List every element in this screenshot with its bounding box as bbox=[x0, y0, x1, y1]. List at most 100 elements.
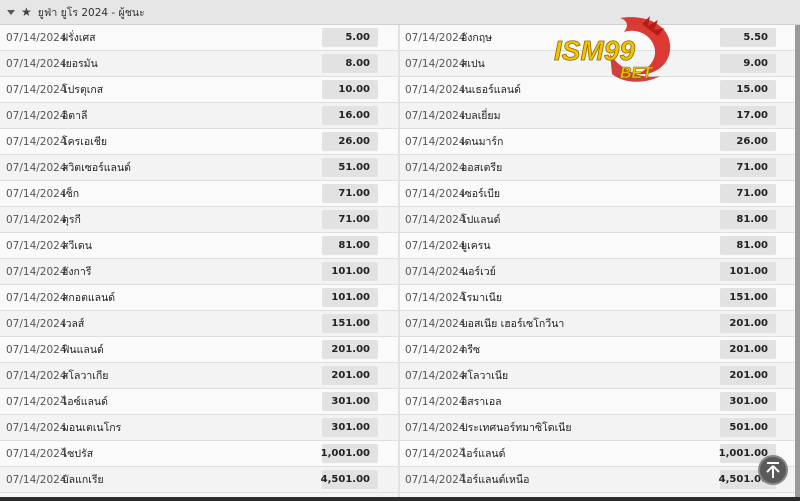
date-right: 07/14/2024 bbox=[405, 161, 466, 174]
odds-button-right[interactable]: 9.00 bbox=[720, 54, 776, 73]
team-name-right: โปแลนด์ bbox=[461, 214, 501, 226]
date-left: 07/14/2024 bbox=[6, 187, 67, 200]
odds-button-right[interactable]: 501.00 bbox=[720, 418, 776, 437]
odds-button-left[interactable]: 16.00 bbox=[322, 106, 378, 125]
date-right: 07/14/2024 bbox=[405, 31, 466, 44]
brand-logo: ISM99 BET bbox=[554, 16, 671, 82]
odds-button-right[interactable]: 5.50 bbox=[720, 28, 776, 47]
page-scrollbar[interactable] bbox=[795, 25, 800, 501]
team-name-left: สโลวาเกีย bbox=[62, 370, 109, 382]
scroll-to-top-button[interactable] bbox=[758, 455, 788, 485]
odds-row: 07/14/2024 เยอรมัน 8.00 07/14/2024 สเปน 9.00 bbox=[0, 51, 800, 77]
odds-row: 07/14/2024 ฮังการี 101.00 07/14/2024 นอร์เวย… bbox=[0, 259, 800, 285]
team-name-left: ฮังการี bbox=[62, 266, 92, 278]
odds-row: 07/14/2024 เวลส์ 151.00 07/14/2024 บอสเนีย เ… bbox=[0, 311, 800, 337]
star-icon[interactable]: ★ bbox=[21, 5, 32, 19]
odds-button-left[interactable]: 26.00 bbox=[322, 132, 378, 151]
team-name-left: ไอซ์แลนด์ bbox=[62, 396, 108, 408]
odds-button-left[interactable]: 71.00 bbox=[322, 184, 378, 203]
team-name-right: ไอร์แลนด์เหนือ bbox=[461, 474, 530, 486]
odds-button-left[interactable]: 5.00 bbox=[322, 28, 378, 47]
team-name-right: บอสเนีย เฮอร์เซโกวีนา bbox=[461, 318, 565, 330]
date-left: 07/14/2024 bbox=[6, 369, 67, 382]
odds-button-left[interactable]: 4,501.00 bbox=[321, 470, 378, 489]
team-name-right: สโลวาเนีย bbox=[461, 370, 509, 382]
odds-button-left[interactable]: 201.00 bbox=[322, 366, 378, 385]
date-right: 07/14/2024 bbox=[405, 473, 466, 486]
odds-button-right[interactable]: 201.00 bbox=[720, 340, 776, 359]
date-left: 07/14/2024 bbox=[6, 57, 67, 70]
date-left: 07/14/2024 bbox=[6, 213, 67, 226]
date-left: 07/14/2024 bbox=[6, 265, 67, 278]
odds-button-left[interactable]: 51.00 bbox=[322, 158, 378, 177]
date-left: 07/14/2024 bbox=[6, 109, 67, 122]
date-right: 07/14/2024 bbox=[405, 213, 466, 226]
date-right: 07/14/2024 bbox=[405, 343, 466, 356]
logo-sub-text: BET bbox=[620, 65, 653, 82]
date-left: 07/14/2024 bbox=[6, 239, 67, 252]
team-name-right: เซอร์เบีย bbox=[461, 188, 501, 200]
team-name-right: ประเทศนอร์ทมาซิโดเนีย bbox=[461, 422, 572, 434]
date-right: 07/14/2024 bbox=[405, 395, 466, 408]
odds-button-right[interactable]: 201.00 bbox=[720, 314, 776, 333]
date-left: 07/14/2024 bbox=[6, 31, 67, 44]
team-name-left: สวิตเซอร์แลนด์ bbox=[62, 162, 131, 174]
date-right: 07/14/2024 bbox=[405, 447, 466, 460]
odds-button-right[interactable]: 151.00 bbox=[720, 288, 776, 307]
odds-button-right[interactable]: 71.00 bbox=[720, 158, 776, 177]
odds-button-left[interactable]: 1,001.00 bbox=[321, 444, 378, 463]
odds-button-left[interactable]: 301.00 bbox=[322, 418, 378, 437]
odds-row: 07/14/2024 บัลแกเรีย 4,501.00 07/14/2024 ไอร… bbox=[0, 467, 800, 493]
date-left: 07/14/2024 bbox=[6, 447, 67, 460]
date-left: 07/14/2024 bbox=[6, 473, 67, 486]
date-right: 07/14/2024 bbox=[405, 83, 466, 96]
odds-button-left[interactable]: 301.00 bbox=[322, 392, 378, 411]
odds-row: 07/14/2024 ตุรกี 71.00 07/14/2024 โปแลนด์ 81.… bbox=[0, 207, 800, 233]
date-left: 07/14/2024 bbox=[6, 83, 67, 96]
odds-button-right[interactable]: 81.00 bbox=[720, 236, 776, 255]
odds-row: 07/14/2024 สวิตเซอร์แลนด์ 51.00 07/14/2024 อ… bbox=[0, 155, 800, 181]
odds-button-right[interactable]: 17.00 bbox=[720, 106, 776, 125]
odds-button-right[interactable]: 71.00 bbox=[720, 184, 776, 203]
team-name-left: อิตาลี bbox=[62, 110, 88, 122]
date-right: 07/14/2024 bbox=[405, 187, 466, 200]
team-name-left: ฟินแลนด์ bbox=[62, 344, 104, 356]
team-name-left: สวีเดน bbox=[62, 240, 92, 252]
odds-button-left[interactable]: 101.00 bbox=[322, 288, 378, 307]
odds-button-right[interactable]: 26.00 bbox=[720, 132, 776, 151]
odds-button-right[interactable]: 101.00 bbox=[720, 262, 776, 281]
odds-button-left[interactable]: 10.00 bbox=[322, 80, 378, 99]
odds-button-left[interactable]: 71.00 bbox=[322, 210, 378, 229]
date-right: 07/14/2024 bbox=[405, 317, 466, 330]
odds-button-left[interactable]: 201.00 bbox=[322, 340, 378, 359]
team-name-right: นอร์เวย์ bbox=[461, 266, 496, 278]
odds-button-right[interactable]: 15.00 bbox=[720, 80, 776, 99]
odds-row: 07/14/2024 สโลวาเกีย 201.00 07/14/2024 สโลวา… bbox=[0, 363, 800, 389]
odds-row: 07/14/2024 ไซปรัส 1,001.00 07/14/2024 ไอร์แล… bbox=[0, 441, 800, 467]
team-name-right: เดนมาร์ก bbox=[461, 136, 504, 148]
odds-row: 07/14/2024 สกอตแลนด์ 101.00 07/14/2024 โรมาเ… bbox=[0, 285, 800, 311]
date-left: 07/14/2024 bbox=[6, 343, 67, 356]
collapse-arrow-icon[interactable] bbox=[7, 9, 15, 15]
odds-button-right[interactable]: 81.00 bbox=[720, 210, 776, 229]
odds-row: 07/14/2024 ไอซ์แลนด์ 301.00 07/14/2024 อิสรา… bbox=[0, 389, 800, 415]
team-name-right: เนเธอร์แลนด์ bbox=[461, 84, 521, 96]
market-title: ยูฟ่า ยูโร 2024 - ผู้ชนะ bbox=[37, 6, 145, 19]
team-name-right: ออสเตรีย bbox=[461, 162, 503, 174]
odds-row: 07/14/2024 สวีเดน 81.00 07/14/2024 ยูเครน 81.… bbox=[0, 233, 800, 259]
odds-row: 07/14/2024 ฝรั่งเศส 5.00 07/14/2024 อังกฤษ 5.… bbox=[0, 25, 800, 51]
odds-button-left[interactable]: 8.00 bbox=[322, 54, 378, 73]
market-header[interactable]: ★ ยูฟ่า ยูโร 2024 - ผู้ชนะ bbox=[0, 0, 800, 25]
odds-button-right[interactable]: 301.00 bbox=[720, 392, 776, 411]
date-left: 07/14/2024 bbox=[6, 291, 67, 304]
odds-button-left[interactable]: 81.00 bbox=[322, 236, 378, 255]
date-right: 07/14/2024 bbox=[405, 135, 466, 148]
odds-button-left[interactable]: 101.00 bbox=[322, 262, 378, 281]
odds-button-left[interactable]: 151.00 bbox=[322, 314, 378, 333]
team-name-left: ไซปรัส bbox=[62, 448, 94, 460]
team-name-right: กรีซ bbox=[461, 344, 481, 356]
odds-button-right[interactable]: 201.00 bbox=[720, 366, 776, 385]
date-left: 07/14/2024 bbox=[6, 135, 67, 148]
team-name-right: เบลเยี่ยม bbox=[461, 110, 501, 122]
team-name-right: อิสราเอล bbox=[461, 396, 502, 408]
